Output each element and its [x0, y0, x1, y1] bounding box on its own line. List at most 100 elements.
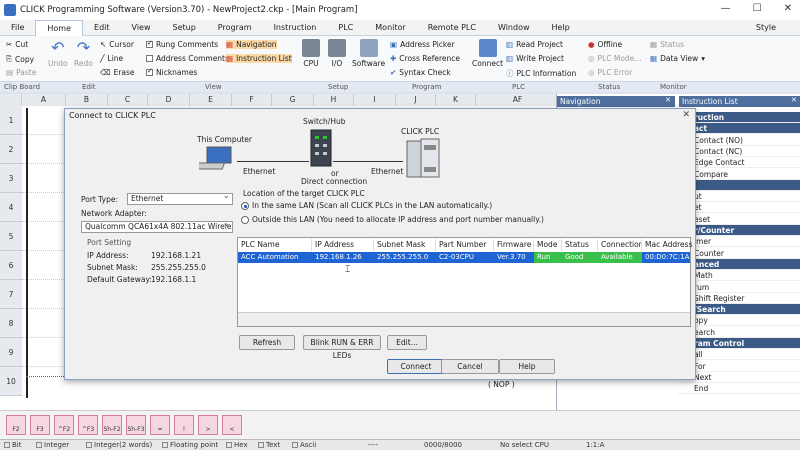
- plc-mode-button[interactable]: ◎ PLC Mode...: [588, 54, 641, 63]
- menu-remote-plc[interactable]: Remote PLC: [417, 20, 487, 36]
- cross-reference-button[interactable]: ✚ Cross Reference: [390, 54, 460, 63]
- instruction-list-toggle[interactable]: ▦ Instruction List: [226, 54, 292, 63]
- instruction-item[interactable]: earch: [678, 327, 800, 338]
- instruction-item[interactable]: rum: [678, 282, 800, 293]
- undo-button[interactable]: ↶ Undo: [48, 39, 68, 69]
- write-project-button[interactable]: ▥ Write Project: [506, 54, 564, 63]
- maximize-button[interactable]: ☐: [753, 3, 762, 14]
- table-header[interactable]: Connection: [598, 239, 642, 251]
- same-lan-option[interactable]: In the same LAN (Scan all CLICK PLCs in …: [241, 201, 492, 210]
- instruction-item[interactable]: Shift Register: [678, 293, 800, 304]
- instruction-category[interactable]: ruction: [678, 112, 800, 123]
- port-type-select[interactable]: Ethernet: [127, 193, 233, 205]
- edge-rising-button[interactable]: Sh-F2: [102, 415, 122, 435]
- dialog-close-button[interactable]: ✕: [682, 110, 690, 120]
- horizontal-scrollbar[interactable]: [238, 312, 690, 326]
- instruction-item[interactable]: End: [678, 383, 800, 395]
- read-project-button[interactable]: ▥ Read Project: [506, 40, 563, 49]
- table-header[interactable]: PLC Name: [238, 239, 312, 251]
- style-menu[interactable]: Style: [756, 23, 776, 32]
- edit-button[interactable]: Edit...: [387, 335, 427, 350]
- contact-no-button[interactable]: F2: [6, 415, 26, 435]
- menu-help[interactable]: Help: [541, 20, 581, 36]
- table-header[interactable]: Firmware: [494, 239, 534, 251]
- connect-button[interactable]: Connect: [472, 39, 503, 68]
- data-view-button[interactable]: ▦ Data View ▾: [650, 54, 705, 63]
- compare-greater-button[interactable]: >: [198, 415, 218, 435]
- instruction-category[interactable]: /Search: [678, 304, 800, 316]
- instruction-category[interactable]: act: [678, 123, 800, 135]
- instruction-item[interactable]: all: [678, 349, 800, 361]
- plc-error-button[interactable]: ◎ PLC Error: [588, 68, 632, 77]
- menu-setup[interactable]: Setup: [162, 20, 207, 36]
- menu-edit[interactable]: Edit: [83, 20, 121, 36]
- offline-status[interactable]: ● Offline: [588, 40, 622, 49]
- cancel-button[interactable]: Cancel: [441, 359, 499, 374]
- instruction-item[interactable]: Next: [678, 372, 800, 383]
- instruction-item[interactable]: Contact (NO): [678, 135, 800, 146]
- address-comments-toggle[interactable]: Address Comments: [146, 54, 229, 63]
- address-picker-button[interactable]: ▣ Address Picker: [390, 40, 455, 49]
- compare-not-equal-button[interactable]: !: [174, 415, 194, 435]
- table-header[interactable]: Part Number: [436, 239, 494, 251]
- menu-plc[interactable]: PLC: [327, 20, 364, 36]
- software-button[interactable]: Software: [352, 39, 385, 68]
- help-button[interactable]: Help: [499, 359, 555, 374]
- rung-comments-toggle[interactable]: Rung Comments: [146, 39, 218, 49]
- table-header[interactable]: Status: [562, 239, 598, 251]
- menu-program[interactable]: Program: [207, 20, 263, 36]
- cut-button[interactable]: ✂ Cut: [6, 40, 28, 49]
- instruction-item[interactable]: For: [678, 361, 800, 372]
- instruction-item[interactable]: opy: [678, 315, 800, 327]
- network-adapter-select[interactable]: Qualcomm QCA61x4A 802.11ac Wireless Ac: [81, 221, 233, 233]
- blink-leds-button[interactable]: Blink RUN & ERR LEDs: [303, 335, 381, 360]
- connect-dialog-button[interactable]: Connect: [387, 359, 445, 374]
- navigation-toggle[interactable]: ▦ Navigation: [226, 40, 277, 49]
- menu-view[interactable]: View: [121, 20, 162, 36]
- nop-instruction[interactable]: ( NOP ): [488, 380, 515, 389]
- outside-lan-option[interactable]: Outside this LAN (You need to allocate I…: [241, 215, 544, 224]
- contact-nc-branch-button[interactable]: ^F3: [78, 415, 98, 435]
- instruction-item[interactable]: Contact (NC): [678, 146, 800, 157]
- contact-no-branch-button[interactable]: ^F2: [54, 415, 74, 435]
- instruction-item[interactable]: et: [678, 202, 800, 214]
- table-header[interactable]: Mac Address: [642, 239, 692, 251]
- menu-window[interactable]: Window: [487, 20, 541, 36]
- syntax-check-button[interactable]: ✔ Syntax Check: [390, 68, 451, 77]
- contact-nc-button[interactable]: F3: [30, 415, 50, 435]
- instruction-item[interactable]: Counter: [678, 248, 800, 259]
- refresh-button[interactable]: Refresh: [239, 335, 295, 350]
- instruction-category[interactable]: ram Control: [678, 338, 800, 349]
- table-header[interactable]: Mode: [534, 239, 562, 251]
- paste-button[interactable]: ▤ Paste: [6, 68, 36, 77]
- compare-less-button[interactable]: <: [222, 415, 242, 435]
- table-header[interactable]: IP Address: [312, 239, 374, 251]
- instruction-item[interactable]: Edge Contact: [678, 157, 800, 169]
- minimize-button[interactable]: —: [721, 3, 731, 14]
- close-button[interactable]: ✕: [784, 3, 792, 14]
- cursor-button[interactable]: ↖ Cursor: [100, 40, 134, 49]
- instruction-item[interactable]: ut: [678, 191, 800, 203]
- nicknames-toggle[interactable]: Nicknames: [146, 67, 197, 77]
- instruction-item[interactable]: Math: [678, 270, 800, 282]
- redo-button[interactable]: ↷ Redo: [74, 39, 93, 69]
- line-button[interactable]: ╱ Line: [100, 54, 123, 63]
- edge-falling-button[interactable]: Sh-F3: [126, 415, 146, 435]
- close-icon[interactable]: ✕: [665, 96, 671, 104]
- cpu-button[interactable]: CPU: [302, 39, 320, 68]
- table-header[interactable]: Subnet Mask: [374, 239, 436, 251]
- erase-button[interactable]: ⌫ Erase: [100, 68, 135, 77]
- menu-file[interactable]: File: [0, 20, 35, 36]
- instruction-item[interactable]: eset: [678, 214, 800, 225]
- instruction-item[interactable]: imer: [678, 236, 800, 248]
- menu-instruction[interactable]: Instruction: [263, 20, 328, 36]
- compare-equal-button[interactable]: =: [150, 415, 170, 435]
- copy-button[interactable]: ⎘ Copy: [6, 54, 34, 64]
- instruction-category[interactable]: [678, 179, 800, 191]
- plc-information-button[interactable]: ⓘ PLC Information: [506, 68, 576, 79]
- status-monitor-button[interactable]: ▦ Status: [650, 40, 684, 49]
- menu-monitor[interactable]: Monitor: [364, 20, 416, 36]
- instruction-category[interactable]: r/Counter: [678, 225, 800, 236]
- close-icon[interactable]: ✕: [791, 96, 797, 104]
- instruction-category[interactable]: anced: [678, 258, 800, 270]
